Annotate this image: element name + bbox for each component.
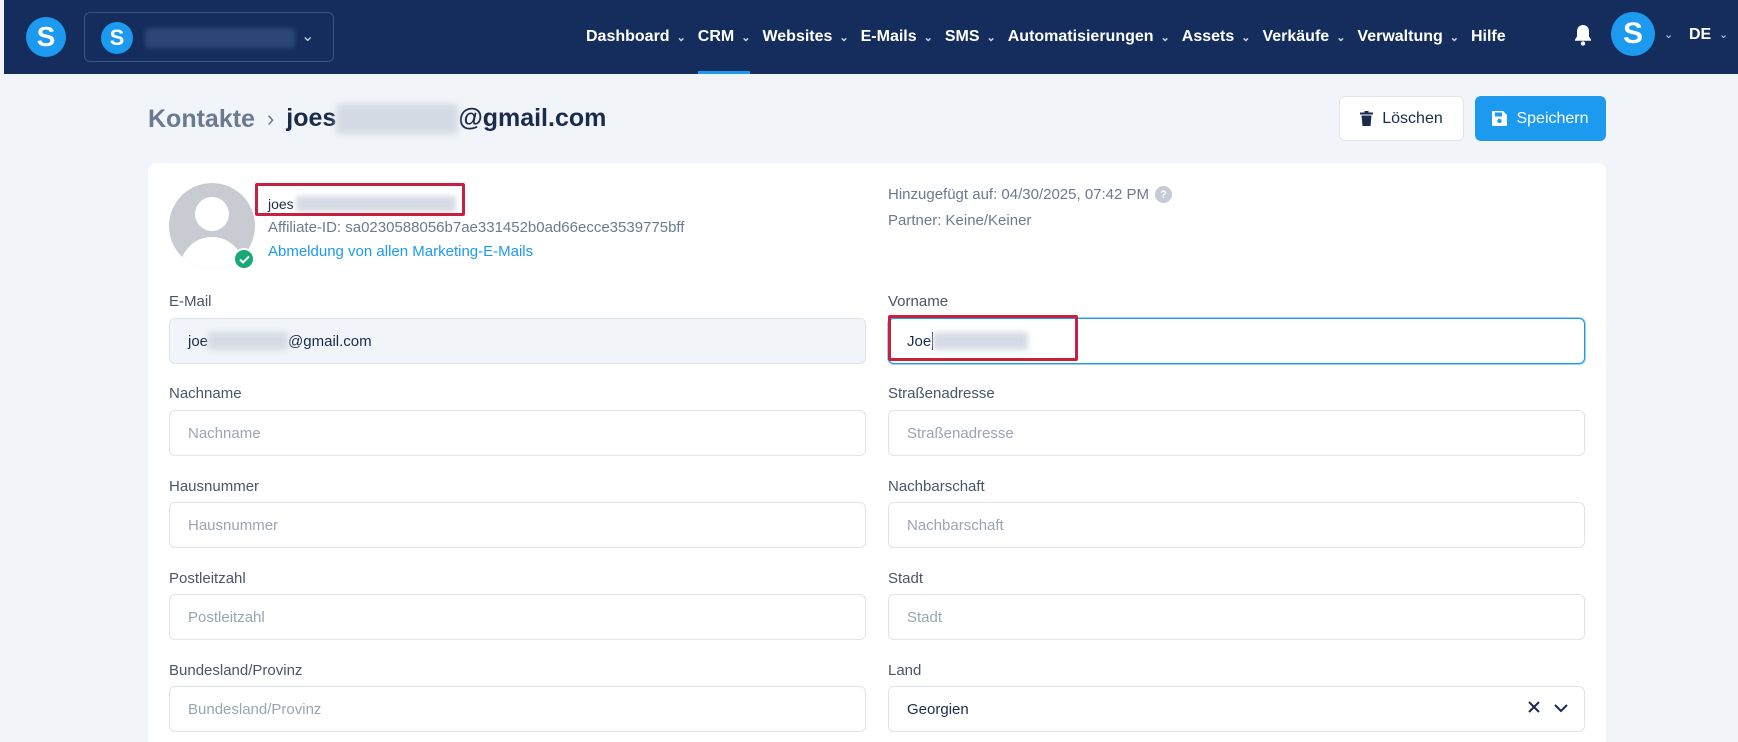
highlight-box [255,183,465,216]
redacted-text [208,332,289,350]
house-number-field[interactable]: Hausnummer [169,502,866,548]
email-value-prefix: joe [188,332,209,350]
unsubscribe-link[interactable]: Abmeldung von allen Marketing-E-Mails [268,243,533,260]
nav-item-websites[interactable]: Websites ⌄ [762,0,848,74]
email-value-suffix: @gmail.com [288,332,372,350]
nav-item-e-mails[interactable]: E-Mails ⌄ [861,0,933,74]
neighborhood-field[interactable]: Nachbarschaft [888,502,1585,548]
language-selector[interactable]: DE [1689,26,1711,44]
save-button[interactable]: Speichern [1475,96,1606,141]
breadcrumb: Kontakte › joes @gmail.com [148,104,607,135]
last-name-field[interactable]: Nachname [169,410,866,456]
workspace-selector[interactable]: S ⌄ [84,12,334,62]
delete-button[interactable]: Löschen [1339,96,1464,141]
workspace-name-redacted [145,28,295,48]
street-placeholder: Straßenadresse [907,424,1014,442]
redacted-text [336,104,459,135]
country-value: Georgien [907,700,969,718]
breadcrumb-contacts-link[interactable]: Kontakte [148,105,255,134]
chevron-down-icon: ⌄ [1336,31,1346,44]
top-navbar: S S ⌄ Dashboard ⌄ CRM ⌄ Websites ⌄ E-Mails ⌄ SMS… [4,0,1738,74]
email-field[interactable]: joe @gmail.com [169,318,866,364]
partner-info: Partner: Keine/Keiner [888,212,1032,229]
city-placeholder: Stadt [907,608,943,626]
added-on: Hinzugefügt auf: 04/30/2025, 07:42 PM ? [888,186,1173,203]
affiliate-id: Affiliate-ID: sa0230588056b7ae331452b0ad… [268,219,685,236]
chevron-down-icon: ⌄ [741,31,751,44]
nav-item-verk-ufe[interactable]: Verkäufe ⌄ [1262,0,1345,74]
delete-button-label: Löschen [1382,109,1443,127]
chevron-down-icon: ⌄ [1449,31,1459,44]
chevron-down-icon[interactable]: ⌄ [1719,28,1728,41]
page-title: joes @gmail.com [286,104,607,135]
workspace-logo: S [101,22,133,54]
clear-icon[interactable] [1528,700,1540,717]
nav-item-label: Websites [762,28,833,45]
country-label: Land [888,662,922,679]
state-label: Bundesland/Provinz [169,662,303,679]
trash-icon [1360,111,1374,126]
highlight-box [888,315,1078,361]
street-label: Straßenadresse [888,385,995,402]
nav-item-label: Automatisierungen [1007,28,1154,45]
nav-item-dashboard[interactable]: Dashboard ⌄ [586,0,686,74]
main-nav: Dashboard ⌄ CRM ⌄ Websites ⌄ E-Mails ⌄ SMS ⌄ Autom… [586,0,1518,74]
chevron-down-icon: ⌄ [301,28,315,45]
chevron-down-icon: ⌄ [986,31,996,44]
floppy-disk-icon [1492,111,1508,126]
state-placeholder: Bundesland/Provinz [188,700,322,718]
neighborhood-placeholder: Nachbarschaft [907,516,1004,534]
nav-item-crm[interactable]: CRM ⌄ [697,0,751,74]
brand-logo[interactable]: S [26,17,66,57]
chevron-right-icon: › [266,106,275,132]
contact-card: joes Affiliate-ID: sa0230588056b7ae33145… [148,163,1606,742]
street-field[interactable]: Straßenadresse [888,410,1585,456]
page-title-prefix: joes [286,104,337,132]
added-on-text: Hinzugefügt auf: 04/30/2025, 07:42 PM [888,186,1150,203]
nav-item-label: Assets [1181,28,1235,45]
save-button-label: Speichern [1516,109,1589,127]
chevron-down-icon: ⌄ [923,31,933,44]
user-avatar[interactable]: S [1611,12,1655,56]
nav-item-label: CRM [697,28,735,45]
brand-logo-letter: S [36,21,56,52]
chevron-down-icon: ⌄ [676,31,686,44]
neighborhood-label: Nachbarschaft [888,478,985,495]
bell-icon[interactable] [1574,24,1592,46]
nav-item-label: Verkäufe [1262,28,1330,45]
user-avatar-letter: S [1622,17,1643,50]
nav-item-sms[interactable]: SMS ⌄ [945,0,996,74]
last-name-placeholder: Nachname [188,424,261,442]
country-select[interactable]: Georgien [888,686,1585,732]
city-field[interactable]: Stadt [888,594,1585,640]
city-label: Stadt [888,570,924,587]
chevron-down-icon[interactable] [1554,700,1568,717]
workspace-logo-letter: S [109,25,125,50]
chevron-down-icon[interactable]: ⌄ [1664,28,1673,41]
verified-check-icon [233,248,255,270]
nav-item-label: SMS [944,28,980,45]
email-label: E-Mail [169,293,212,310]
chevron-down-icon: ⌄ [1241,31,1251,44]
help-icon[interactable]: ? [1155,186,1173,203]
last-name-label: Nachname [169,385,242,402]
state-field[interactable]: Bundesland/Provinz [169,686,866,732]
first-name-label: Vorname [888,293,949,310]
nav-item-automatisierungen[interactable]: Automatisierungen ⌄ [1008,0,1170,74]
postal-code-placeholder: Postleitzahl [188,608,265,626]
chevron-down-icon: ⌄ [1160,31,1170,44]
nav-item-label: Hilfe [1470,28,1506,45]
nav-item-assets[interactable]: Assets ⌄ [1182,0,1251,74]
nav-item-verwaltung[interactable]: Verwaltung ⌄ [1357,0,1459,74]
postal-code-label: Postleitzahl [169,570,246,587]
page-title-suffix: @gmail.com [458,104,607,132]
nav-item-hilfe[interactable]: Hilfe [1471,0,1506,74]
nav-item-label: Dashboard [586,28,670,45]
house-number-placeholder: Hausnummer [188,516,279,534]
nav-item-label: Verwaltung [1357,28,1443,45]
nav-item-label: E-Mails [860,28,917,45]
postal-code-field[interactable]: Postleitzahl [169,594,866,640]
chevron-down-icon: ⌄ [839,31,849,44]
house-number-label: Hausnummer [169,478,260,495]
